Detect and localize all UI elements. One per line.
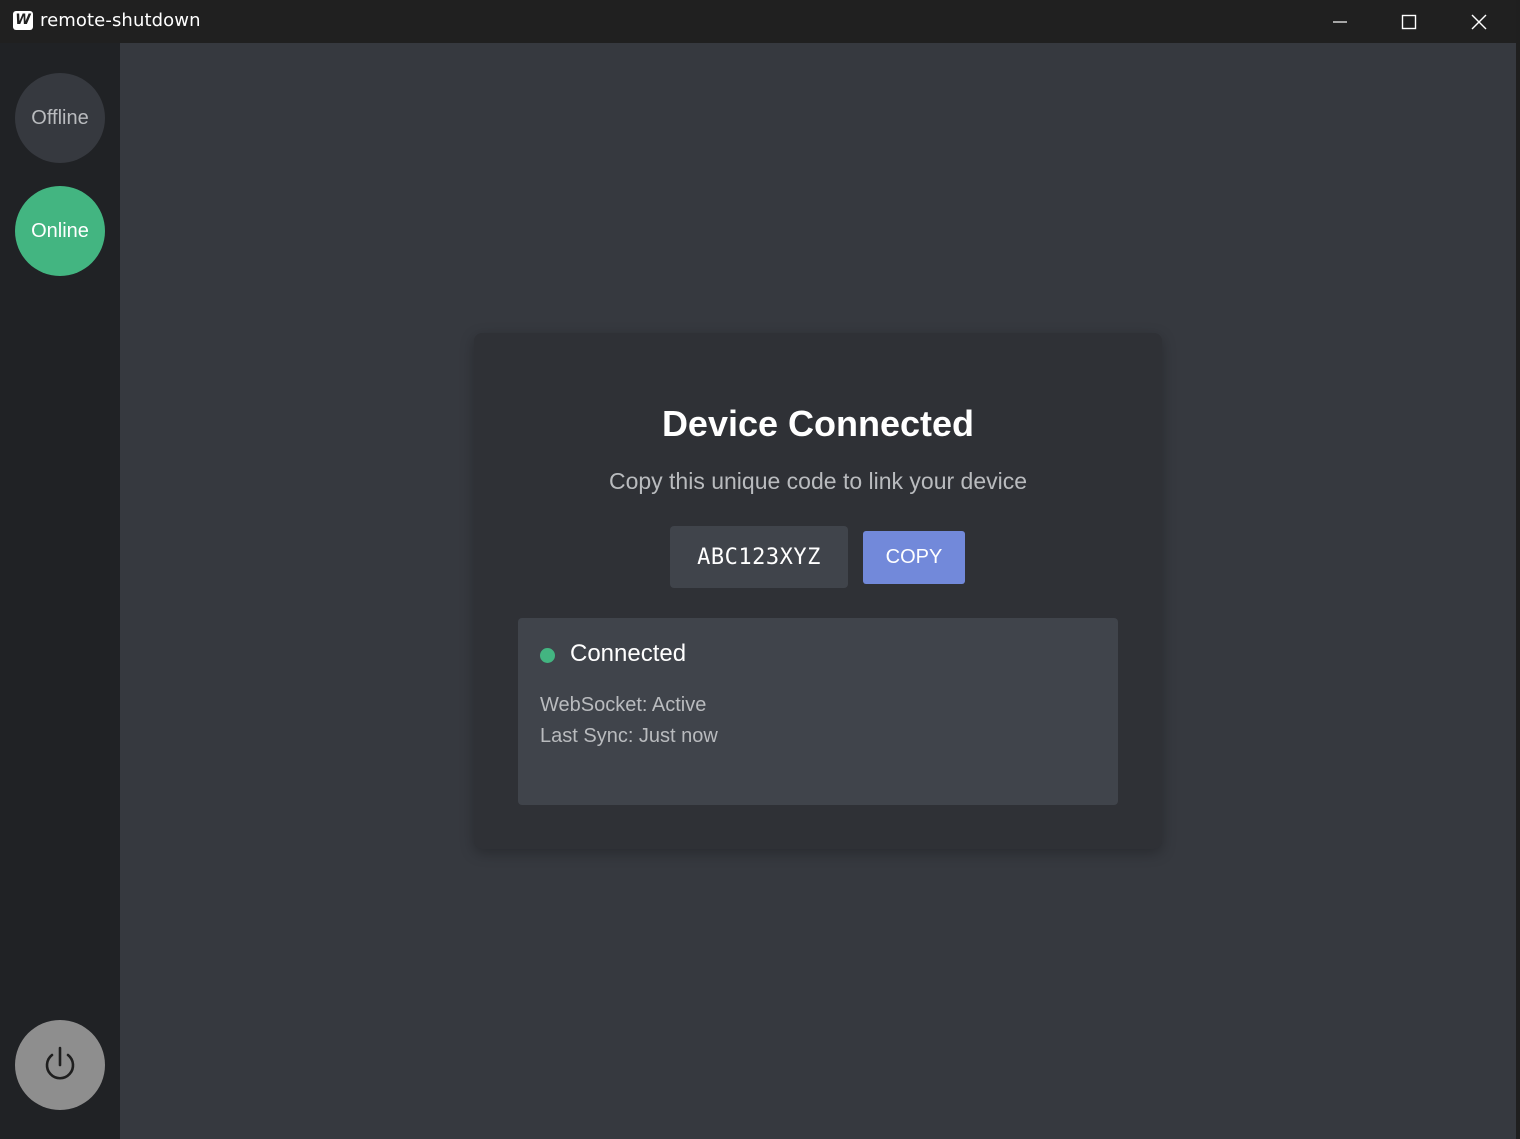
minimize-icon [1333, 20, 1347, 23]
window-title: remote-shutdown [40, 10, 201, 31]
maximize-button[interactable] [1374, 0, 1444, 43]
status-label: Connected [570, 640, 687, 667]
close-icon [1471, 14, 1487, 29]
sidebar: Offline Online [0, 43, 120, 1139]
power-icon [45, 1046, 75, 1080]
online-button[interactable]: Online [15, 186, 105, 276]
card-subtitle: Copy this unique code to link your devic… [608, 468, 1028, 494]
close-button[interactable] [1444, 0, 1514, 43]
maximize-icon [1401, 14, 1417, 29]
minimize-button[interactable] [1305, 0, 1375, 43]
card-title: Device Connected [661, 403, 975, 444]
device-code[interactable]: ABC123XYZ [670, 526, 848, 588]
title-bar: W remote-shutdown [0, 0, 1516, 43]
status-indicator [540, 648, 555, 663]
app-window: W remote-shutdown Offline Online Device … [0, 0, 1520, 1139]
copy-button[interactable]: COPY [863, 531, 965, 584]
status-panel: Connected WebSocket: Active Last Sync: J… [518, 618, 1118, 805]
device-card: Device Connected Copy this unique code t… [474, 333, 1162, 849]
websocket-status: WebSocket: Active [540, 694, 707, 716]
last-sync-status: Last Sync: Just now [540, 725, 718, 747]
power-button[interactable] [15, 1020, 105, 1110]
offline-button[interactable]: Offline [15, 73, 105, 163]
app-logo-icon: W [13, 11, 33, 30]
